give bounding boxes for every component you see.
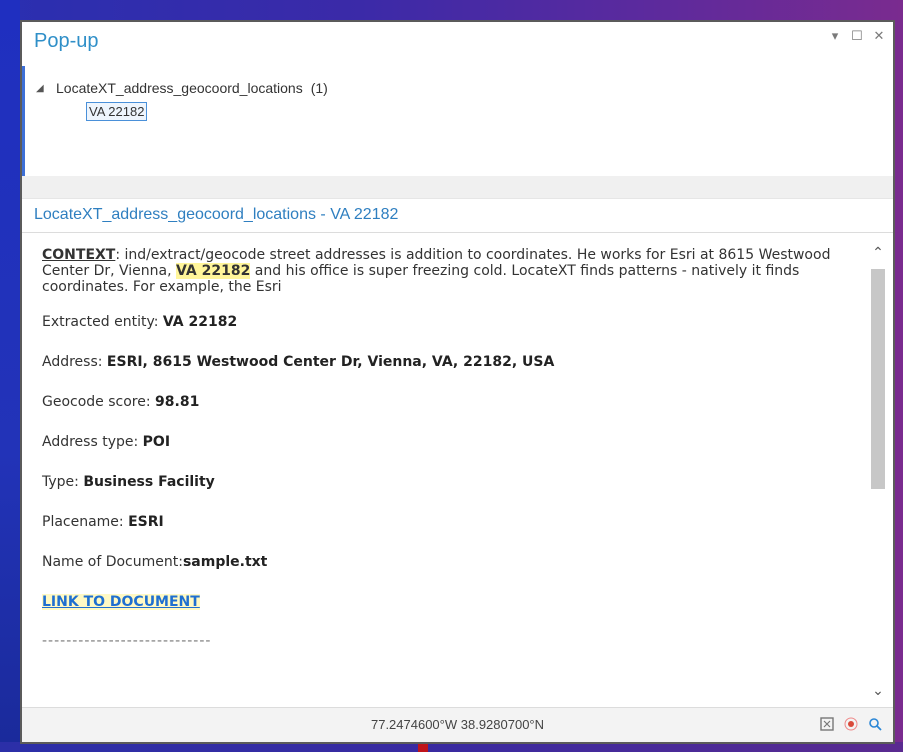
field-row-address: Address: ESRI, 8615 Westwood Center Dr, … bbox=[42, 354, 555, 370]
field-row-type: Type: Business Facility bbox=[42, 474, 215, 490]
field-row-address-type: Address type: POI bbox=[42, 434, 171, 450]
left-accent bbox=[22, 66, 25, 176]
context-paragraph: CONTEXT: ind/extract/geocode street addr… bbox=[42, 247, 855, 295]
scroll-down-icon[interactable]: ⌄ bbox=[867, 679, 889, 701]
window-controls: ▾ ☐ ✕ bbox=[829, 28, 885, 44]
status-bar: 77.2474600°W 38.9280700°N bbox=[22, 707, 893, 742]
divider-band bbox=[22, 176, 893, 198]
field-row-document-name: Name of Document:sample.txt bbox=[42, 554, 268, 570]
document-link-row: LINK TO DOCUMENT bbox=[42, 593, 855, 611]
collapse-triangle-icon[interactable]: ◢ bbox=[36, 83, 50, 94]
context-label: CONTEXT bbox=[42, 247, 116, 263]
content-body: CONTEXT: ind/extract/geocode street addr… bbox=[42, 247, 855, 649]
scroll-thumb[interactable] bbox=[871, 269, 885, 489]
field-row-extracted-entity: Extracted entity: VA 22182 bbox=[42, 314, 238, 330]
status-icons bbox=[819, 716, 883, 732]
window-title: Pop-up bbox=[34, 30, 99, 52]
popup-window: Pop-up ▾ ☐ ✕ ◢ LocateXT_address_geocoord… bbox=[20, 20, 895, 744]
titlebar: Pop-up ▾ ☐ ✕ bbox=[22, 22, 893, 66]
restore-icon[interactable]: ☐ bbox=[851, 28, 863, 44]
zoom-icon[interactable] bbox=[867, 716, 883, 732]
layer-label: LocateXT_address_geocoord_locations bbox=[56, 80, 303, 96]
context-highlight: VA 22182 bbox=[176, 263, 251, 279]
popup-content: CONTEXT: ind/extract/geocode street addr… bbox=[22, 232, 893, 711]
close-icon[interactable]: ✕ bbox=[873, 28, 885, 44]
feature-tree: ◢ LocateXT_address_geocoord_locations (1… bbox=[36, 78, 873, 121]
menu-icon[interactable]: ▾ bbox=[829, 28, 841, 44]
field-row-geocode-score: Geocode score: 98.81 bbox=[42, 394, 200, 410]
scroll-up-icon[interactable]: ⌃ bbox=[867, 241, 889, 263]
layer-count: (1) bbox=[310, 80, 328, 96]
selected-feature[interactable]: VA 22182 bbox=[86, 102, 148, 121]
flash-icon[interactable] bbox=[843, 716, 859, 732]
background-left bbox=[0, 0, 20, 752]
feature-header: LocateXT_address_geocoord_locations - VA… bbox=[22, 198, 893, 232]
grid-icon[interactable] bbox=[819, 716, 835, 732]
field-row-placename: Placename: ESRI bbox=[42, 514, 164, 530]
separator: ---------------------------- bbox=[42, 633, 212, 649]
vertical-scrollbar[interactable]: ⌃ ⌄ bbox=[867, 241, 889, 701]
tree-layer-row[interactable]: ◢ LocateXT_address_geocoord_locations (1… bbox=[36, 78, 873, 98]
link-to-document[interactable]: LINK TO DOCUMENT bbox=[42, 594, 200, 610]
feature-header-text: LocateXT_address_geocoord_locations - VA… bbox=[34, 206, 399, 223]
coordinates-readout: 77.2474600°W 38.9280700°N bbox=[370, 717, 545, 732]
